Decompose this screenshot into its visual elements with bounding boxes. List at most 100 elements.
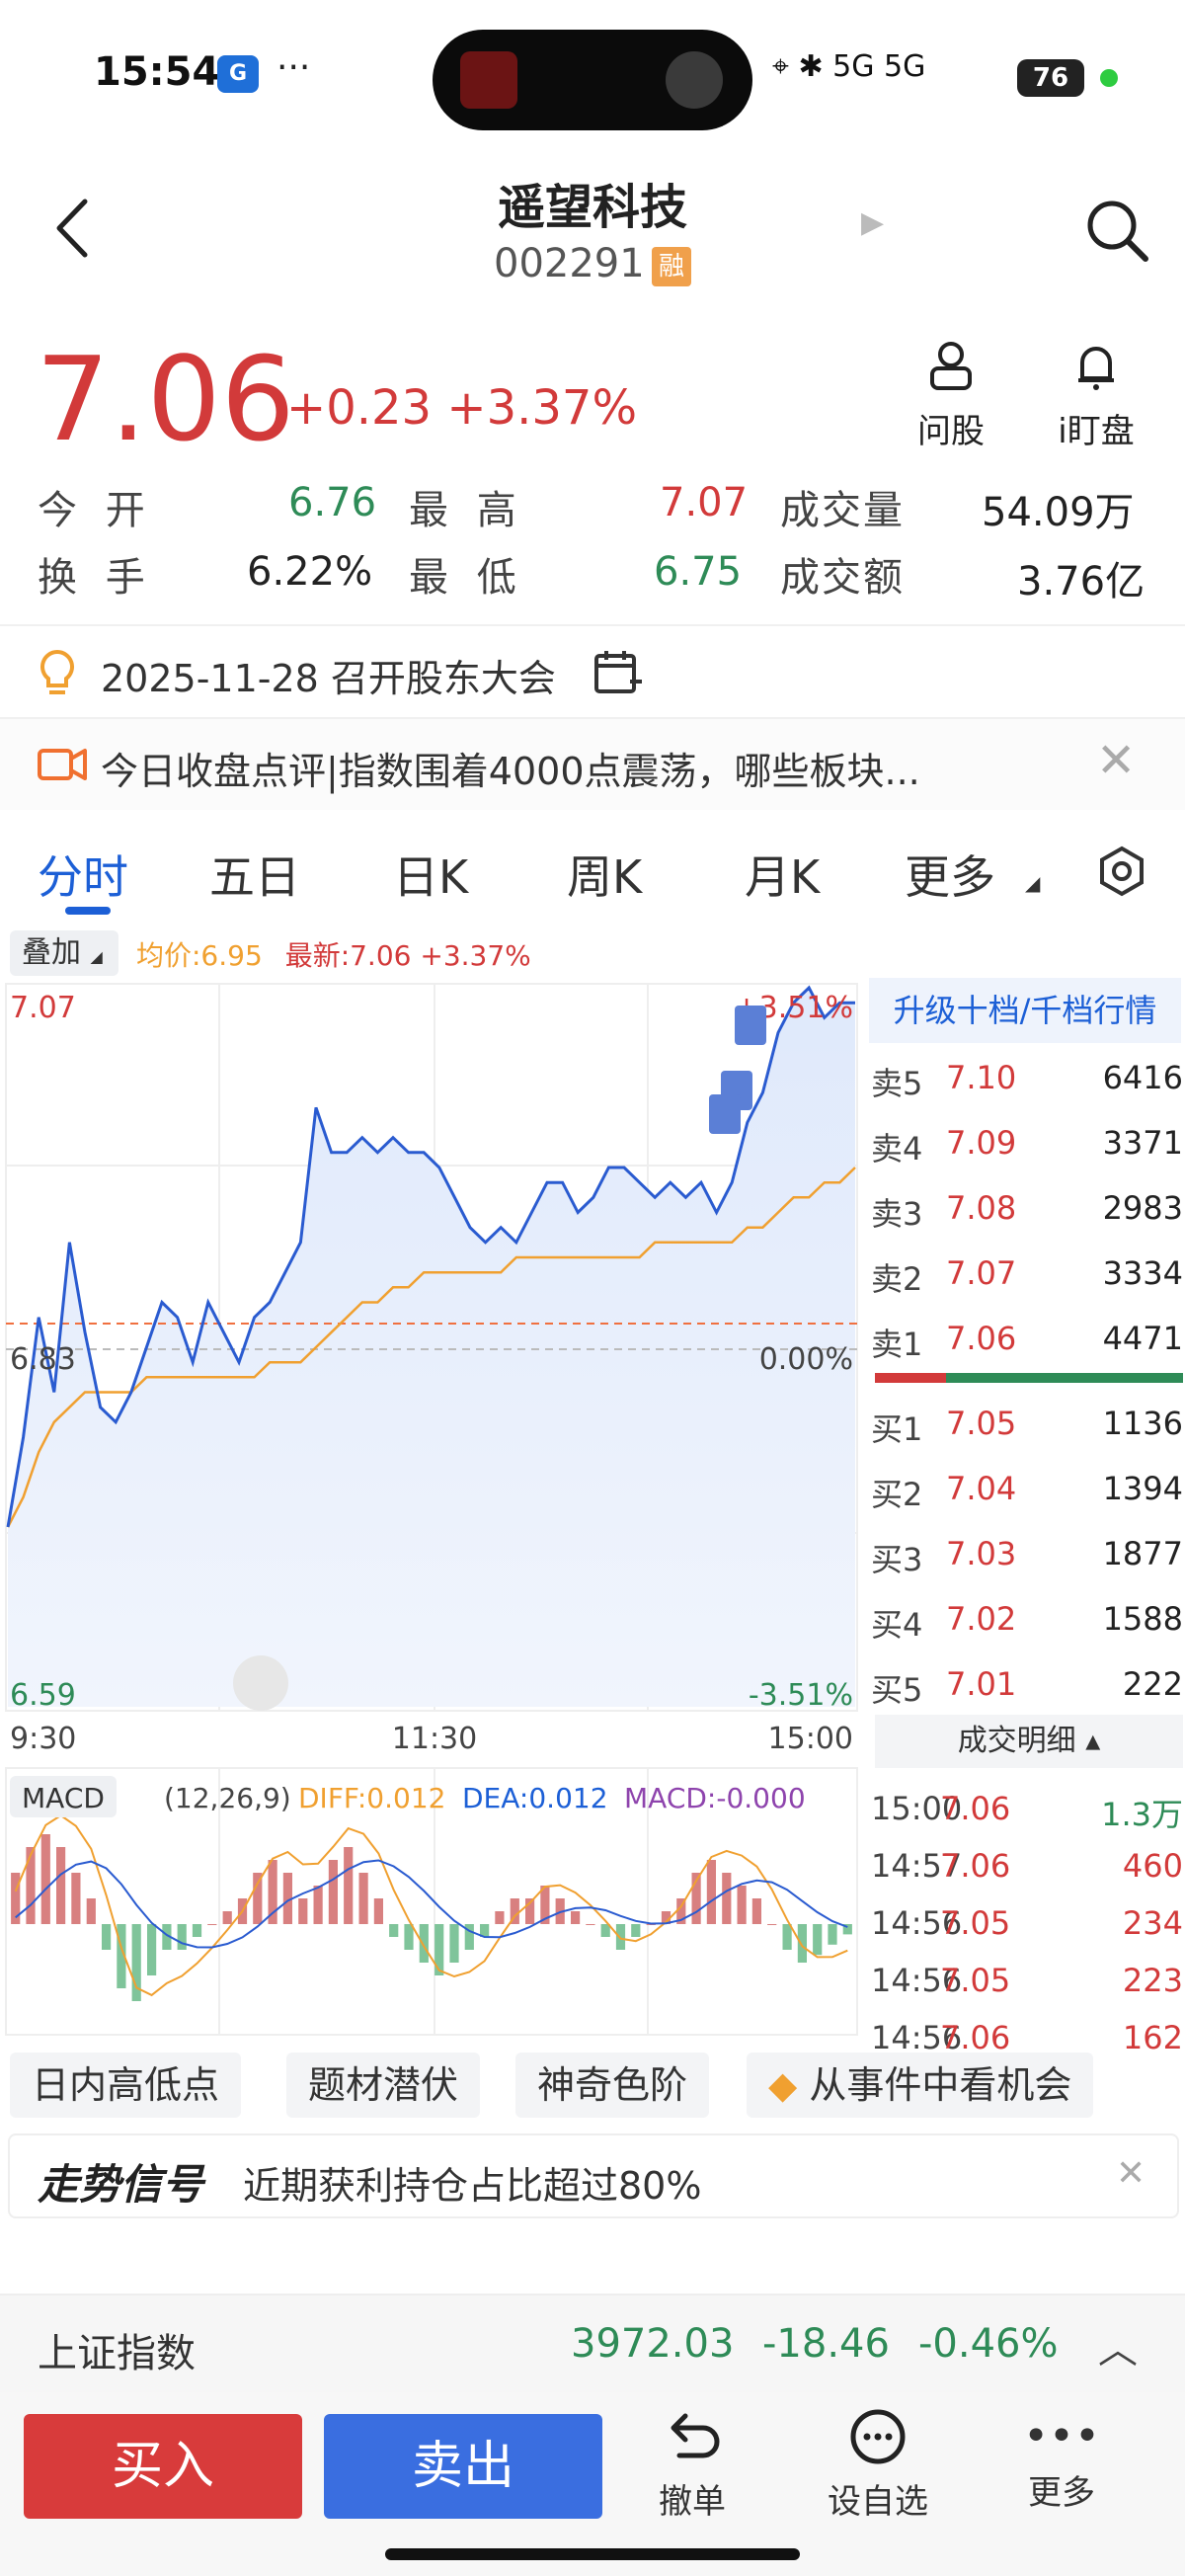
settings-icon[interactable] — [1096, 845, 1147, 897]
event-row[interactable]: 2025-11-28 召开股东大会 — [0, 624, 1185, 717]
bid-row[interactable]: 买3 7.03 1877 — [871, 1519, 1183, 1584]
event-text: 2025-11-28 召开股东大会 — [101, 657, 556, 700]
trade-row[interactable]: 14:56 7.05 234 — [871, 1889, 1183, 1954]
upgrade-quote-button[interactable]: 升级十档/千档行情 — [869, 978, 1181, 1043]
more-button[interactable]: ••• 更多 — [1007, 2408, 1116, 2514]
chevron-up-icon[interactable]: ︿ — [1098, 2317, 1138, 2375]
intraday-chart[interactable]: 7.07 6.83 6.59 +3.51% 0.00% -3.51% 9:30 … — [0, 978, 861, 2045]
video-icon — [38, 749, 87, 780]
latest-price-label: 最新:7.06 +3.37% — [284, 939, 531, 972]
tag-intraday-high-low[interactable]: 日内高低点 — [10, 2053, 242, 2118]
macd-series-group — [11, 1813, 852, 2001]
search-icon[interactable] — [1082, 196, 1151, 265]
tab-five-day[interactable]: 五日 — [209, 842, 300, 907]
macd-bar — [737, 1886, 747, 1924]
signal-marker-icon[interactable] — [709, 1094, 741, 1134]
ask-price: 7.06 — [946, 1320, 1017, 1357]
trade-row[interactable]: 15:00 7.06 1.3万 — [871, 1774, 1183, 1839]
tab-intraday[interactable]: 分时 — [38, 842, 128, 907]
trade-price: 7.06 — [940, 1847, 1011, 1885]
buy-button[interactable]: 买入 — [24, 2414, 302, 2519]
ask-label: 卖2 — [871, 1260, 923, 1298]
amount-label: 成交额 — [780, 555, 905, 601]
lightbulb-icon — [40, 649, 74, 694]
calendar-add-icon[interactable] — [592, 648, 642, 697]
close-icon[interactable]: ✕ — [1096, 733, 1136, 788]
macd-bar — [373, 1898, 383, 1924]
macd-bar — [207, 1924, 217, 1925]
macd-bar — [86, 1898, 96, 1924]
cancel-order-label: 撤单 — [659, 2482, 726, 2522]
bid-price: 7.04 — [946, 1470, 1017, 1507]
trend-signal-card[interactable]: 走势信号 近期获利持仓占比超过80% ✕ — [8, 2133, 1179, 2218]
ask-price: 7.08 — [946, 1189, 1017, 1227]
macd-bar — [495, 1911, 505, 1924]
ask-label: 卖5 — [871, 1065, 923, 1102]
ask-stock-button[interactable]: 问股 — [908, 341, 993, 452]
trade-row[interactable]: 14:57 7.06 460 — [871, 1831, 1183, 1896]
overlay-button[interactable]: 叠加 ◢ — [10, 930, 118, 976]
diff-value: DIFF:0.012 — [298, 1782, 445, 1814]
bluetooth-icon: ✱ — [798, 49, 824, 84]
tab-daily-k[interactable]: 日K — [393, 842, 468, 907]
signal-marker-icon[interactable] — [735, 1006, 766, 1045]
more-label: 更多 — [1028, 2473, 1095, 2513]
trades-header[interactable]: 成交明细 ▴ — [875, 1715, 1183, 1768]
bid-row[interactable]: 买5 7.01 222 — [871, 1650, 1183, 1715]
tab-more[interactable]: 更多 — [905, 842, 995, 907]
bid-row[interactable]: 买2 7.04 1394 — [871, 1454, 1183, 1519]
news-row[interactable]: 今日收盘点评|指数围着4000点震荡，哪些板块... ✕ — [0, 717, 1185, 810]
bid-price: 7.01 — [946, 1665, 1017, 1703]
feature-tags: 日内高低点 题材潜伏 神奇色阶 ◆ 从事件中看机会 — [0, 2053, 1185, 2120]
tag-theme[interactable]: 题材潜伏 — [286, 2053, 481, 2118]
trade-volume: 223 — [1122, 1962, 1183, 1999]
ask-row[interactable]: 卖1 7.06 4471 — [871, 1304, 1183, 1369]
close-icon[interactable]: ✕ — [1116, 2153, 1146, 2194]
watch-disk-button[interactable]: i盯盘 — [1037, 341, 1155, 452]
bid-row[interactable]: 买1 7.05 1136 — [871, 1389, 1183, 1454]
trade-price: 7.05 — [940, 1904, 1011, 1942]
macd-params: (12,26,9) — [164, 1782, 291, 1814]
dynamic-island[interactable] — [433, 30, 752, 130]
macd-bar — [767, 1924, 777, 1925]
bid-row[interactable]: 买4 7.02 1588 — [871, 1584, 1183, 1650]
open-label: 今 开 — [38, 488, 153, 533]
macd-bar — [797, 1924, 807, 1963]
index-pct: -0.46% — [918, 2321, 1059, 2367]
ask-row[interactable]: 卖4 7.09 3371 — [871, 1108, 1183, 1173]
app-notification-icon: G — [217, 55, 259, 93]
add-watchlist-button[interactable]: 设自选 — [824, 2408, 932, 2523]
home-indicator[interactable] — [385, 2548, 800, 2560]
index-value: 3972.03 — [571, 2321, 735, 2367]
index-bar[interactable]: 上证指数 3972.03 -18.46 -0.46% ︿ — [0, 2294, 1185, 2392]
trade-row[interactable]: 14:56 7.05 223 — [871, 1946, 1183, 2011]
cancel-order-button[interactable]: 撤单 — [638, 2408, 747, 2523]
trade-price: 7.06 — [940, 1790, 1011, 1827]
ask-row[interactable]: 卖3 7.08 2983 — [871, 1173, 1183, 1239]
ask-price: 7.07 — [946, 1254, 1017, 1292]
y-axis-mid: 6.83 — [10, 1342, 76, 1377]
trade-volume: 460 — [1122, 1847, 1183, 1885]
draw-tool-icon[interactable] — [233, 1655, 288, 1711]
more-dots-icon: ••• — [1023, 2411, 1100, 2461]
x-axis-end: 15:00 — [768, 1722, 853, 1756]
pct-axis-bottom: -3.51% — [749, 1678, 853, 1713]
status-more-icon: ··· — [276, 47, 311, 88]
trade-price: 7.05 — [940, 1962, 1011, 1999]
bid-label: 买3 — [871, 1541, 923, 1578]
sell-button[interactable]: 卖出 — [324, 2414, 602, 2519]
bid-volume: 1136 — [1102, 1405, 1183, 1442]
macd-bar — [102, 1924, 112, 1950]
more-dropdown-icon: ◢ — [1025, 871, 1041, 895]
macd-bar — [631, 1924, 641, 1937]
bid-volume: 1588 — [1102, 1600, 1183, 1638]
ask-volume: 3371 — [1102, 1124, 1183, 1162]
ask-row[interactable]: 卖2 7.07 3334 — [871, 1239, 1183, 1304]
tab-weekly-k[interactable]: 周K — [567, 842, 642, 907]
tab-monthly-k[interactable]: 月K — [745, 842, 820, 907]
bid-volume: 1394 — [1102, 1470, 1183, 1507]
tag-event-opportunity[interactable]: ◆ 从事件中看机会 — [747, 2053, 1094, 2118]
next-stock-arrow-icon[interactable]: ▶ — [861, 205, 884, 240]
tag-color-scale[interactable]: 神奇色阶 — [515, 2053, 710, 2118]
ask-row[interactable]: 卖5 7.10 6416 — [871, 1043, 1183, 1108]
